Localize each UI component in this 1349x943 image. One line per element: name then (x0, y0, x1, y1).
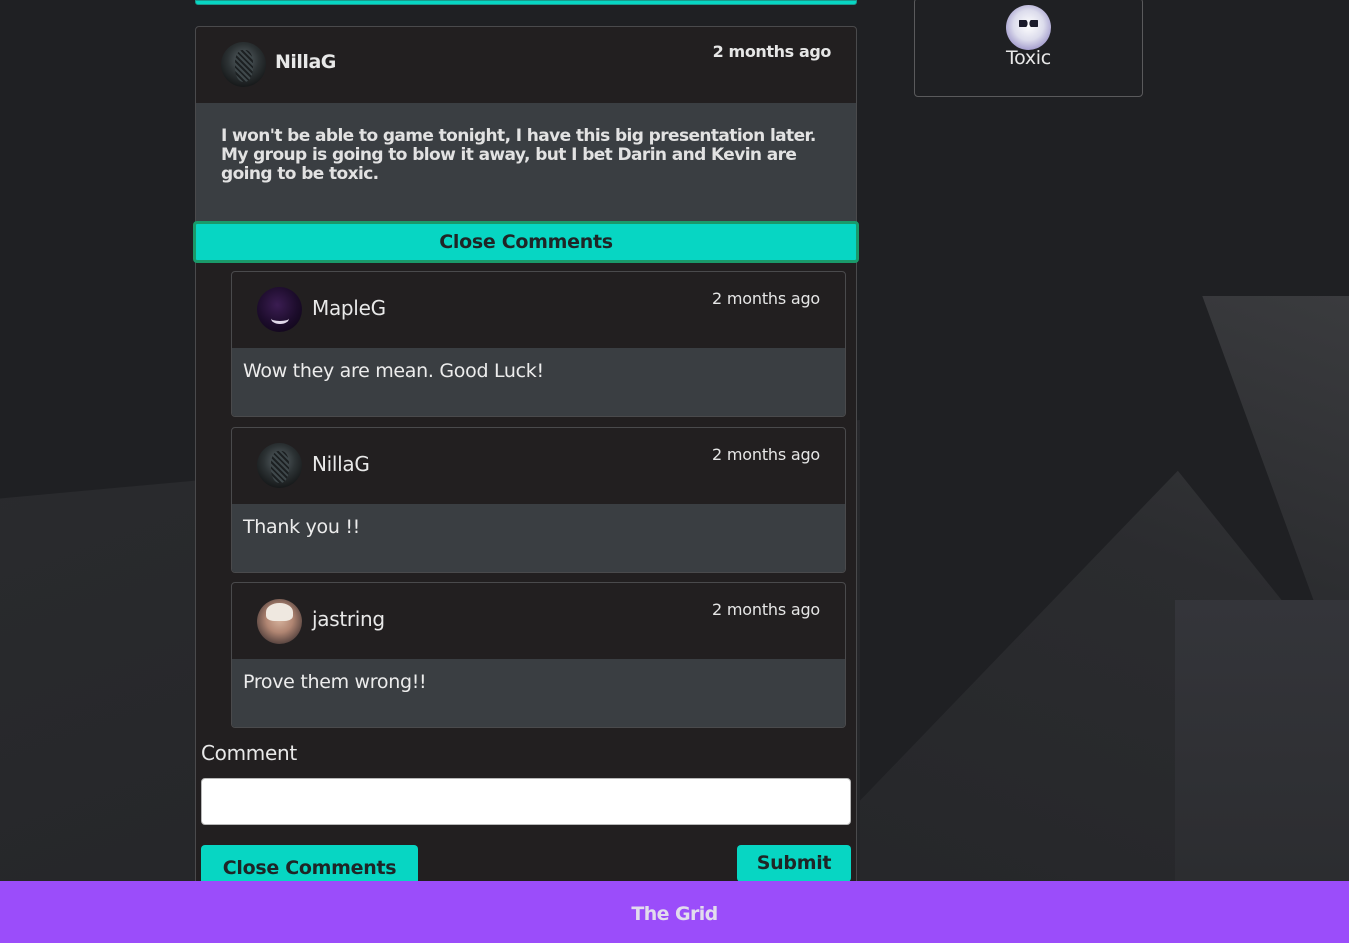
post-body: I won't be able to game tonight, I have … (196, 103, 856, 221)
comment-author[interactable]: jastring (312, 607, 385, 631)
friend-card[interactable]: Toxic (914, 0, 1143, 97)
comment-field-label: Comment (201, 741, 297, 765)
comment-card: jastring 2 months ago Prove them wrong!! (231, 582, 846, 728)
avatar[interactable] (257, 287, 302, 332)
avatar[interactable] (257, 599, 302, 644)
comment-author[interactable]: MapleG (312, 296, 386, 320)
close-comments-button[interactable]: Close Comments (193, 221, 859, 263)
post-text: I won't be able to game tonight, I have … (221, 126, 816, 184)
comment-header: NillaG 2 months ago (232, 428, 845, 504)
comment-header: MapleG 2 months ago (232, 272, 845, 348)
comment-text: Wow they are mean. Good Luck! (232, 348, 845, 416)
footer: The Grid (0, 881, 1349, 943)
comment-text: Prove them wrong!! (232, 659, 845, 727)
avatar[interactable] (221, 42, 266, 87)
friend-name[interactable]: Toxic (915, 47, 1142, 69)
previous-post-button-edge[interactable] (195, 0, 857, 5)
submit-button[interactable]: Submit (737, 845, 851, 882)
comment-input[interactable] (201, 778, 851, 825)
comment-text: Thank you !! (232, 504, 845, 572)
comment-timestamp: 2 months ago (712, 600, 820, 619)
comment-header: jastring 2 months ago (232, 583, 845, 659)
comment-timestamp: 2 months ago (712, 445, 820, 464)
comment-card: MapleG 2 months ago Wow they are mean. G… (231, 271, 846, 417)
comment-author[interactable]: NillaG (312, 452, 370, 476)
avatar[interactable] (1006, 5, 1051, 50)
post-author[interactable]: NillaG (275, 51, 336, 73)
footer-brand: The Grid (631, 903, 718, 925)
avatar[interactable] (257, 443, 302, 488)
post-timestamp: 2 months ago (712, 42, 832, 61)
comment-card: NillaG 2 months ago Thank you !! (231, 427, 846, 573)
comment-timestamp: 2 months ago (712, 289, 820, 308)
post-header: NillaG 2 months ago (196, 27, 856, 103)
